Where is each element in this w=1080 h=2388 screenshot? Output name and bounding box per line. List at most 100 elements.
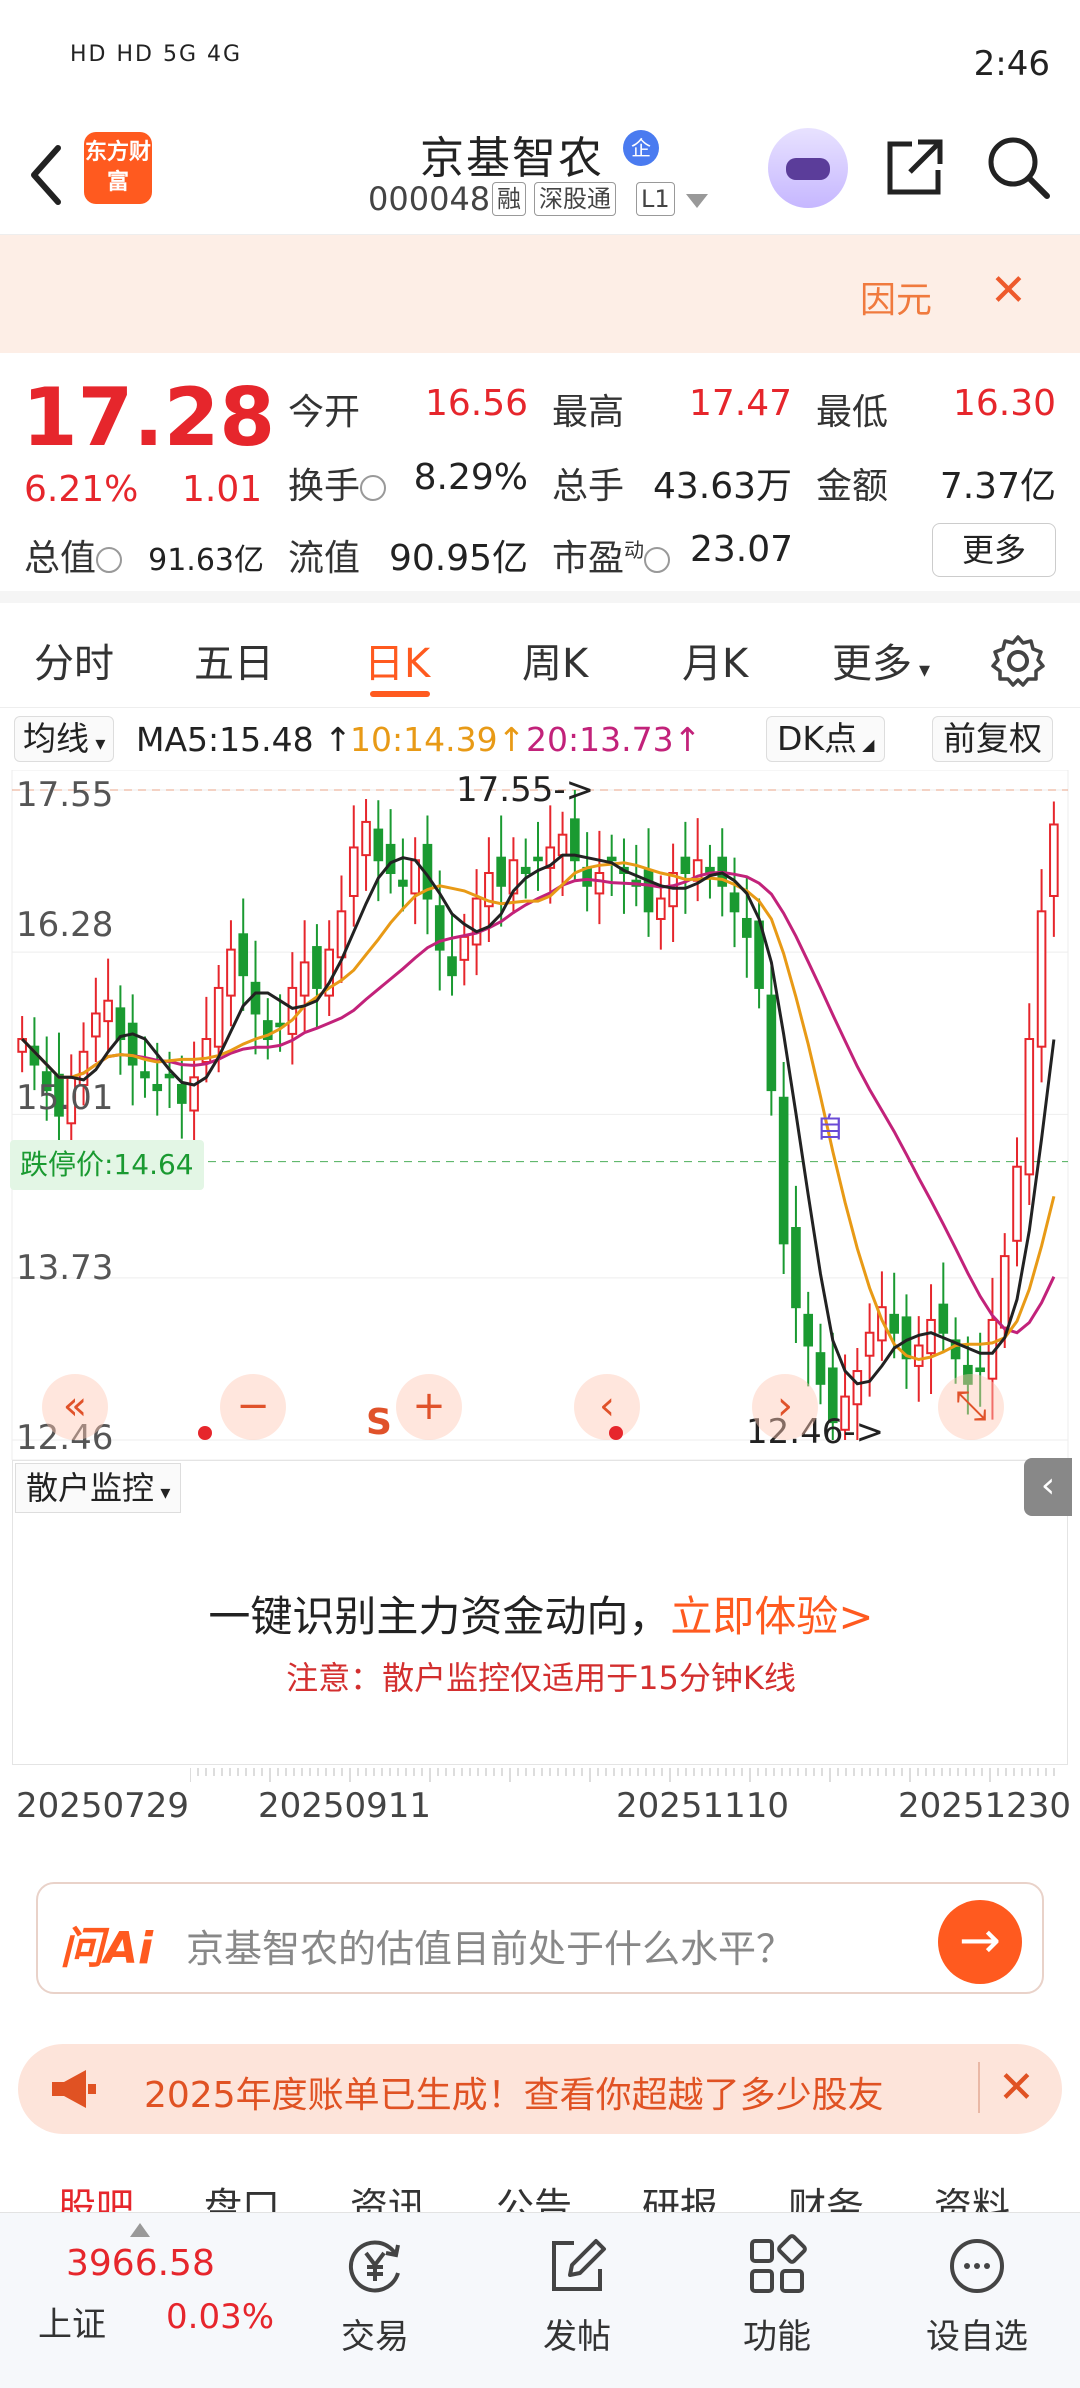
candle-body: [361, 820, 371, 857]
change-percent: 6.21%: [24, 469, 139, 510]
candle-body: [348, 846, 359, 897]
quote-panel: 17.28 6.21% 1.01 今开 16.56 最高 17.47 最低 16…: [0, 353, 1080, 603]
indicator-select[interactable]: 均线 ▾: [14, 716, 115, 762]
candle-body: [864, 1331, 875, 1357]
banner-text: 因元: [860, 280, 933, 321]
banner-close-icon[interactable]: ✕: [990, 265, 1027, 316]
try-now-link[interactable]: 立即体验>: [670, 1592, 873, 1641]
stock-name: 京基智农: [420, 133, 604, 184]
tab-weekly-k[interactable]: 周K: [522, 631, 588, 689]
tab-intraday[interactable]: 分时: [34, 631, 114, 689]
app-logo[interactable]: 东方财富: [84, 132, 152, 204]
volume-label: 总手: [552, 466, 625, 507]
info-icon[interactable]: [360, 475, 387, 501]
content-tabs: 股吧 盘口 资讯 公告 研报 财务 资料: [0, 2160, 1080, 2212]
zoom-out-icon[interactable]: −: [220, 1374, 286, 1440]
candle-body: [213, 986, 224, 1048]
ma20-value: 20:13.73↑: [526, 720, 702, 759]
expand-icon[interactable]: ⤡: [938, 1374, 1004, 1440]
assistant-avatar[interactable]: [768, 128, 848, 208]
candle-body: [385, 843, 396, 875]
monitor-select[interactable]: 散户监控 ▾: [15, 1463, 182, 1513]
kline-chart[interactable]: 17.55 16.28 15.01 13.73 12.46 跌停价:14.64 …: [0, 770, 1080, 1460]
candle-body: [999, 1255, 1010, 1329]
search-icon[interactable]: [985, 134, 1051, 200]
candle-body: [459, 935, 470, 961]
candle-body: [103, 999, 113, 1023]
ma10-value: 10:14.39↑: [350, 720, 526, 759]
candle-body: [140, 1071, 150, 1079]
caret-up-icon: [130, 2223, 150, 2237]
notice-close-icon[interactable]: ✕: [978, 2062, 1035, 2113]
scroll-left-icon[interactable]: ‹: [574, 1374, 640, 1440]
nav-functions[interactable]: 功能: [712, 2233, 842, 2358]
candle-body: [594, 872, 605, 895]
ai-question-text[interactable]: 京基智农的估值目前处于什么水平？: [186, 1918, 794, 1973]
status-indicators: HD HD 5G 4G: [70, 42, 243, 67]
adjust-button[interactable]: 前复权: [932, 716, 1053, 762]
monitor-headline[interactable]: 一键识别主力资金动向，立即体验>: [13, 1583, 1069, 1644]
promo-banner[interactable]: 因元 ✕: [0, 235, 1080, 353]
tab-daily-k[interactable]: 日K: [364, 631, 430, 689]
ai-question-box[interactable]: 问Ai 京基智农的估值目前处于什么水平？ →: [36, 1882, 1044, 1994]
candle-body: [557, 833, 568, 857]
index-value[interactable]: 3966.58: [66, 2243, 215, 2284]
scroll-left-far-icon[interactable]: «: [42, 1374, 108, 1440]
gear-icon[interactable]: [990, 633, 1046, 689]
subtab-guba[interactable]: 股吧: [58, 2176, 134, 2212]
tab-more[interactable]: 更多 ▾: [832, 631, 930, 689]
arrow-right-icon[interactable]: →: [938, 1900, 1022, 1984]
ai-logo: 问Ai: [60, 1923, 154, 1974]
red-dot: [198, 1426, 212, 1440]
candle-body: [1012, 1165, 1022, 1242]
tab-five-day[interactable]: 五日: [194, 631, 274, 689]
app-header: 东方财富 京基智农 企 000048 融 深股通 L1: [0, 120, 1080, 235]
index-name[interactable]: 上证: [38, 2297, 106, 2346]
tag-level[interactable]: L1: [636, 182, 675, 216]
zoom-in-icon[interactable]: +: [396, 1374, 462, 1440]
tag-margin: 融: [492, 182, 526, 216]
volume-value: 43.63万: [652, 466, 792, 507]
back-arrow-icon[interactable]: [24, 140, 68, 210]
more-button[interactable]: 更多: [932, 523, 1056, 577]
collapse-panel-icon[interactable]: ‹: [1024, 1458, 1072, 1516]
nav-post[interactable]: 发帖: [512, 2233, 642, 2358]
market-cap-label: 总值: [24, 529, 123, 581]
ma5-value: MA5:15.48 ↑: [136, 720, 352, 759]
turnover-label: 换手: [288, 457, 387, 509]
candle-body: [729, 892, 740, 913]
subtab-finance[interactable]: 财务: [788, 2176, 864, 2212]
grid-icon: [750, 2234, 807, 2293]
subtab-news[interactable]: 资讯: [350, 2176, 426, 2212]
high-label: 最高: [552, 392, 625, 433]
info-icon[interactable]: [96, 547, 123, 573]
chevron-down-icon[interactable]: [686, 194, 708, 210]
info-icon[interactable]: [644, 547, 671, 573]
dk-point-button[interactable]: DK点 ◢: [766, 716, 886, 762]
tag-connect: 深股通: [534, 182, 616, 216]
nav-trade[interactable]: 交易: [310, 2233, 440, 2358]
candle-body: [471, 897, 482, 946]
turnover-value: 8.29%: [413, 457, 528, 498]
date-label: 20251110: [616, 1786, 790, 1826]
candle-body: [91, 1012, 101, 1038]
candle-body: [852, 1370, 863, 1406]
amount-value: 7.37亿: [939, 466, 1056, 507]
annual-bill-notice[interactable]: 2025年度账单已生成！查看你超越了多少股友 ✕: [18, 2044, 1062, 2134]
ma5-line: [21, 853, 1056, 1386]
subtab-announcements[interactable]: 公告: [496, 2176, 572, 2212]
subtab-profile[interactable]: 资料: [934, 2176, 1010, 2212]
change-value: 1.01: [182, 469, 263, 510]
subtab-pankou[interactable]: 盘口: [204, 2176, 280, 2212]
nav-add-watchlist[interactable]: 设自选: [912, 2233, 1042, 2358]
subtab-research[interactable]: 研报: [642, 2176, 718, 2212]
stock-code: 000048: [368, 180, 491, 218]
monitor-note: 注意：散户监控仅适用于15分钟K线: [286, 1659, 796, 1697]
scroll-right-icon[interactable]: ›: [752, 1374, 818, 1440]
float-cap-value: 90.95亿: [388, 538, 528, 579]
tab-monthly-k[interactable]: 月K: [682, 631, 748, 689]
candle-body: [791, 1227, 801, 1309]
candle-body: [152, 1083, 163, 1092]
share-icon[interactable]: [882, 134, 948, 200]
status-time: 2:46: [973, 44, 1050, 84]
